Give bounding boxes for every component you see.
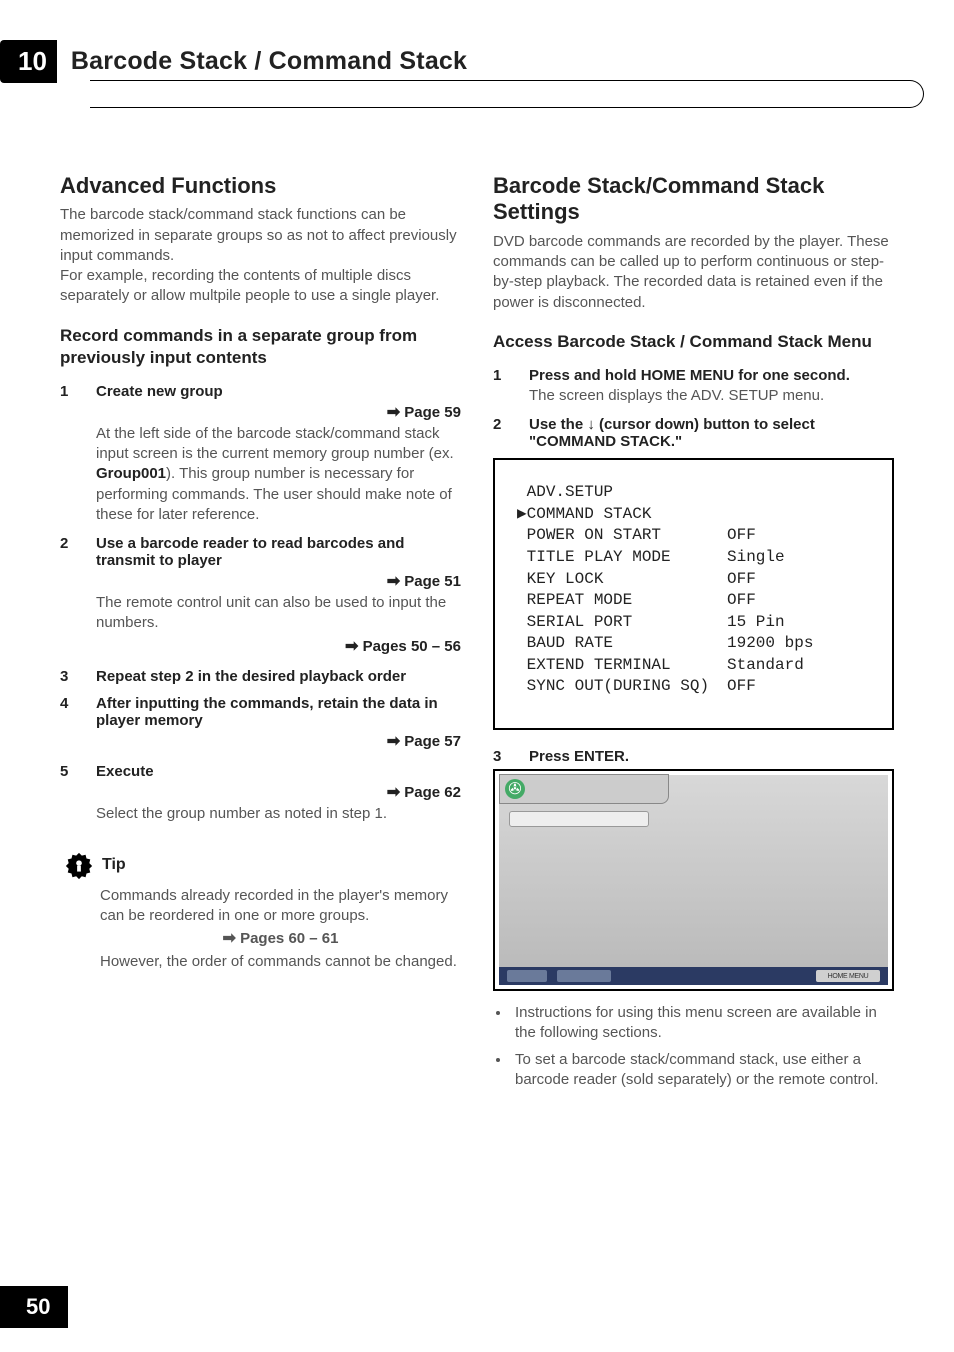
- step-number: 2: [493, 416, 529, 450]
- advanced-functions-intro: The barcode stack/command stack function…: [60, 205, 461, 306]
- page-number-badge: 50: [0, 1286, 68, 1328]
- step-number: 5: [60, 763, 96, 824]
- step-number: 4: [60, 695, 96, 753]
- screen-bottom-bar: HOME MENU: [499, 967, 888, 985]
- step-body-text: The remote control unit can also be used…: [96, 593, 461, 634]
- settings-intro: DVD barcode commands are recorded by the…: [493, 232, 894, 313]
- notes-list: Instructions for using this menu screen …: [511, 1003, 894, 1090]
- right-step-2: 2 Use the ↓ (cursor down) button to sele…: [493, 416, 894, 450]
- step-title: Repeat step 2 in the desired playback or…: [96, 668, 461, 685]
- page-ref-text: Page 57: [404, 733, 461, 750]
- step-body-text: The screen displays the ADV. SETUP menu.: [529, 386, 894, 406]
- subsection-access-menu: Access Barcode Stack / Command Stack Men…: [493, 331, 894, 353]
- step-title: Use a barcode reader to read barcodes an…: [96, 535, 461, 569]
- page-ref-text: Page 59: [404, 404, 461, 421]
- adv-row-label: SERIAL PORT: [517, 612, 727, 634]
- step-2: 2 Use a barcode reader to read barcodes …: [60, 535, 461, 658]
- adv-row-value: OFF: [727, 569, 756, 591]
- adv-row-value: OFF: [727, 676, 756, 698]
- step-number: 1: [493, 367, 529, 406]
- adv-row-value: 19200 bps: [727, 633, 813, 655]
- arrow-right-icon: ➡: [223, 930, 236, 947]
- adv-row-label: POWER ON START: [517, 525, 727, 547]
- adv-setup-title: ADV.SETUP: [517, 482, 727, 504]
- cursor-down-icon: ↓: [587, 416, 595, 433]
- adv-row-label: SYNC OUT(DURING SQ): [517, 676, 727, 698]
- step-4: 4 After inputting the commands, retain t…: [60, 695, 461, 753]
- adv-row-label: EXTEND TERMINAL: [517, 655, 727, 677]
- page-ref: ➡ Page 59: [96, 402, 461, 422]
- page-ref: ➡ Pages 60 – 61: [100, 928, 461, 950]
- step-title: Execute: [96, 763, 461, 780]
- arrow-right-icon: ➡: [387, 404, 400, 421]
- left-column: Advanced Functions The barcode stack/com…: [60, 173, 461, 1096]
- chapter-title: Barcode Stack / Command Stack: [71, 47, 894, 76]
- page-ref-text: Page 51: [404, 573, 461, 590]
- disc-icon: ✇: [505, 779, 525, 799]
- step-5: 5 Execute ➡ Page 62 Select the group num…: [60, 763, 461, 824]
- step-title: Press ENTER.: [529, 748, 894, 765]
- right-step-1: 1 Press and hold HOME MENU for one secon…: [493, 367, 894, 406]
- arrow-right-icon: ➡: [387, 784, 400, 801]
- step-title: After inputting the commands, retain the…: [96, 695, 461, 729]
- step-1: 1 Create new group ➡ Page 59 At the left…: [60, 383, 461, 525]
- list-item: To set a barcode stack/command stack, us…: [511, 1050, 894, 1091]
- right-column: Barcode Stack/Command Stack Settings DVD…: [493, 173, 894, 1096]
- tip-text-1: Commands already recorded in the player'…: [100, 886, 461, 927]
- step-body-text: Select the group number as noted in step…: [96, 804, 461, 824]
- command-stack-screen: ✇ HOME MENU: [493, 769, 894, 991]
- page-ref-text: Pages 50 – 56: [363, 638, 461, 655]
- arrow-right-icon: ➡: [387, 573, 400, 590]
- step-number: 2: [60, 535, 96, 658]
- adv-row-value: Standard: [727, 655, 804, 677]
- adv-row-value: OFF: [727, 525, 756, 547]
- nav-chip-icon: [507, 970, 547, 982]
- adv-row-value: Single: [727, 547, 785, 569]
- adv-row-label: TITLE PLAY MODE: [517, 547, 727, 569]
- page-ref: ➡ Page 51: [96, 571, 461, 591]
- tip-label: Tip: [102, 856, 126, 874]
- step-title: Create new group: [96, 383, 461, 400]
- step-number: 3: [493, 748, 529, 765]
- subsection-record-commands: Record commands in a separate group from…: [60, 325, 461, 369]
- screen-input-field: [509, 811, 649, 827]
- step-number: 1: [60, 383, 96, 525]
- tip-text-2: However, the order of commands cannot be…: [100, 952, 461, 972]
- right-step-3: 3 Press ENTER.: [493, 748, 894, 765]
- step-3: 3 Repeat step 2 in the desired playback …: [60, 668, 461, 685]
- page-ref: ➡ Page 62: [96, 782, 461, 802]
- adv-setup-screen: ADV.SETUP ▶COMMAND STACK POWER ON STARTO…: [493, 458, 894, 730]
- tip-header: Tip: [60, 850, 461, 880]
- gear-tip-icon: [64, 850, 94, 880]
- home-menu-chip: HOME MENU: [816, 970, 880, 982]
- nav-chip: [557, 970, 611, 982]
- step-title: Press and hold HOME MENU for one second.: [529, 367, 894, 384]
- arrow-right-icon: ➡: [387, 733, 400, 750]
- adv-setup-cursor-row: ▶COMMAND STACK: [517, 504, 727, 526]
- page-ref: ➡ Page 57: [96, 731, 461, 751]
- list-item: Instructions for using this menu screen …: [511, 1003, 894, 1044]
- step-title: Use the ↓ (cursor down) button to select…: [529, 416, 894, 450]
- step-body-text: At the left side of the barcode stack/co…: [96, 424, 461, 525]
- section-heading-settings: Barcode Stack/Command Stack Settings: [493, 173, 894, 226]
- adv-row-value: 15 Pin: [727, 612, 785, 634]
- adv-row-label: KEY LOCK: [517, 569, 727, 591]
- arrow-right-icon: ➡: [345, 638, 358, 655]
- chapter-header: 10 Barcode Stack / Command Stack: [60, 40, 894, 83]
- section-heading-advanced-functions: Advanced Functions: [60, 173, 461, 199]
- page-ref-text: Page 62: [404, 784, 461, 801]
- adv-row-label: REPEAT MODE: [517, 590, 727, 612]
- page-ref-text: Pages 60 – 61: [240, 930, 338, 947]
- step-number: 3: [60, 668, 96, 685]
- group-example: Group001: [96, 465, 166, 482]
- tip-body: Commands already recorded in the player'…: [100, 886, 461, 972]
- header-outline: [90, 80, 924, 108]
- adv-row-label: BAUD RATE: [517, 633, 727, 655]
- page-ref: ➡ Pages 50 – 56: [96, 636, 461, 656]
- adv-row-value: OFF: [727, 590, 756, 612]
- chapter-number-badge: 10: [0, 40, 57, 83]
